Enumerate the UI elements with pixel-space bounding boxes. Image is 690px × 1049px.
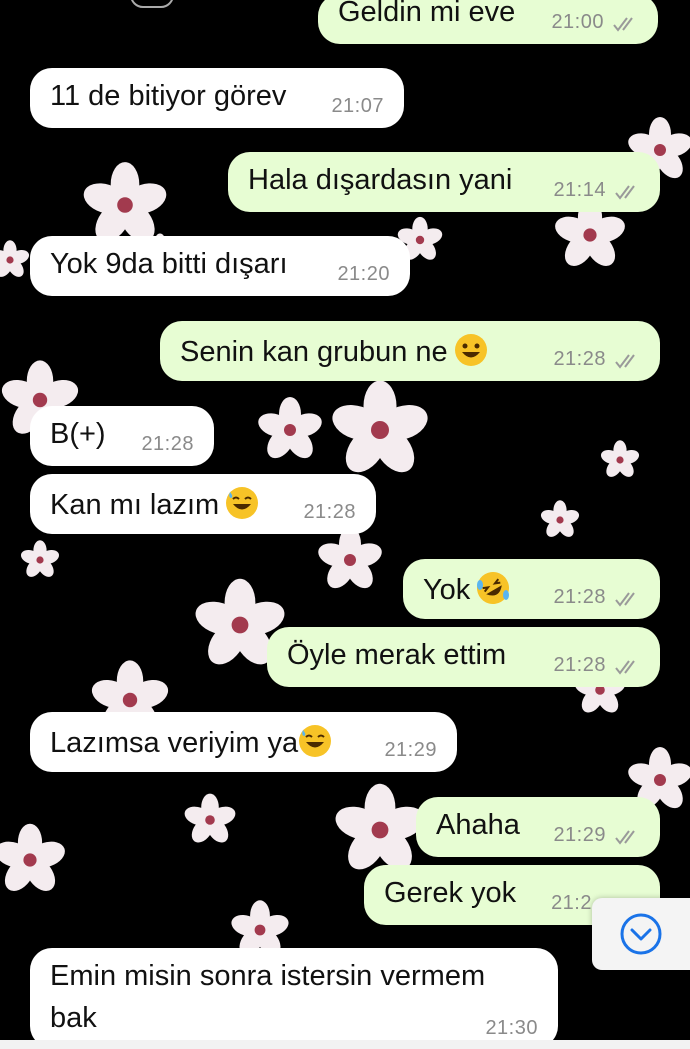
message-time: 21:28 [553, 586, 606, 608]
read-ticks-icon [615, 660, 635, 675]
message-bubble-outgoing[interactable]: Öyle merak ettim 21:28 [267, 627, 660, 687]
message-bubble-incoming[interactable]: B(+) 21:28 [30, 406, 214, 466]
message-bubble-outgoing[interactable]: Ahaha 21:29 [416, 797, 660, 857]
scroll-to-bottom-button[interactable] [592, 898, 690, 970]
message-bubble-outgoing[interactable]: Geldin mi eve 21:00 [318, 0, 658, 44]
read-ticks-icon [613, 17, 633, 32]
sweat-smile-face-emoji-icon [226, 487, 259, 519]
sweat-smile-face-emoji-icon [299, 725, 332, 757]
message-time: 21:28 [303, 501, 356, 523]
message-bubble-outgoing[interactable]: Yok 21:28 [403, 559, 660, 619]
message-bubble-incoming[interactable]: 11 de bitiyor görev 21:07 [30, 68, 404, 128]
message-bubble-outgoing[interactable]: Senin kan grubun ne 21:28 [160, 321, 660, 381]
read-ticks-icon [615, 592, 635, 607]
bottom-bar [0, 1040, 690, 1049]
message-time: 21:28 [553, 654, 606, 676]
chevron-down-circle-icon [620, 913, 662, 955]
message-time: 21:29 [384, 739, 437, 761]
message-time: 21:2 [551, 892, 592, 914]
message-bubble-incoming[interactable]: Yok 9da bitti dışarı 21:20 [30, 236, 410, 296]
message-text: Senin kan grubun ne [180, 333, 488, 369]
message-text: Lazımsa veriyim ya [50, 724, 332, 760]
message-time: 21:28 [141, 433, 194, 455]
message-time: 21:29 [553, 824, 606, 846]
message-time: 21:00 [551, 11, 604, 33]
message-bubble-incoming[interactable]: Kan mı lazım 21:28 [30, 474, 376, 534]
read-ticks-icon [615, 354, 635, 369]
message-bubble-incoming[interactable]: Emin misin sonra istersin vermem bak 21:… [30, 948, 558, 1048]
message-text: Emin misin sonra istersin vermem [50, 960, 486, 992]
grinning-face-emoji-icon [454, 334, 487, 366]
message-text: Gerek yok [384, 877, 517, 909]
message-text: Öyle merak ettim [287, 639, 507, 671]
message-time: 21:14 [553, 179, 606, 201]
message-text: Yok [423, 571, 510, 607]
message-text: Ahaha [436, 809, 520, 841]
message-time: 21:28 [553, 348, 606, 370]
read-ticks-icon [615, 830, 635, 845]
message-bubble-outgoing[interactable]: Hala dışardasın yani 21:14 [228, 152, 660, 212]
message-text-line2: bak [50, 1002, 97, 1034]
message-text: Kan mı lazım [50, 486, 259, 522]
message-text: Yok 9da bitti dışarı [50, 248, 288, 280]
message-time: 21:30 [485, 1017, 538, 1039]
message-text: 11 de bitiyor görev [50, 80, 287, 112]
message-time: 21:20 [337, 263, 390, 285]
read-ticks-icon [615, 185, 635, 200]
rofl-face-emoji-icon [477, 572, 510, 604]
message-text: B(+) [50, 418, 106, 450]
message-bubble-incoming[interactable]: Lazımsa veriyim ya 21:29 [30, 712, 457, 772]
message-time: 21:07 [331, 95, 384, 117]
message-text: Geldin mi eve [338, 0, 516, 28]
message-text: Hala dışardasın yani [248, 164, 513, 196]
